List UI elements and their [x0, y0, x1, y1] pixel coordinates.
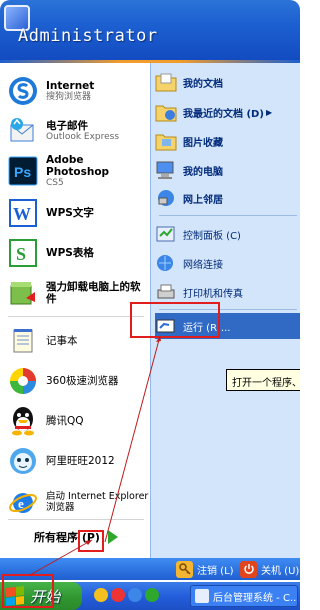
wps-spreadsheet-icon: S	[6, 236, 40, 270]
quick-launch-icon[interactable]	[145, 588, 159, 602]
aliwangwang-icon	[6, 444, 40, 478]
arrow-right-icon	[107, 530, 118, 544]
my-computer-icon	[155, 159, 177, 181]
place-network-connections[interactable]: 网络连接	[155, 250, 300, 276]
place-label: 控制面板 (C)	[183, 230, 241, 242]
chevron-right-icon: ▶	[265, 107, 273, 117]
place-label: 网络连接	[183, 259, 223, 271]
program-item-360-browser[interactable]: 360极速浏览器	[0, 359, 150, 403]
my-pictures-icon	[155, 130, 177, 152]
program-item-notepad[interactable]: 记事本	[0, 319, 150, 363]
place-network-places[interactable]: 网上邻居	[155, 185, 300, 211]
uninstaller-icon	[6, 276, 40, 310]
all-programs-button[interactable]: 所有程序 (P)	[0, 518, 150, 556]
outlook-express-icon	[6, 114, 40, 148]
place-recent-documents[interactable]: 我最近的文档 (D) ▶	[155, 99, 300, 125]
program-title: 强力卸载电脑上的软件	[46, 280, 141, 305]
logoff-label: 注销 (L)	[197, 565, 234, 577]
program-subtitle: Outlook Express	[46, 131, 120, 142]
quick-launch-icon[interactable]	[128, 588, 142, 602]
shutdown-label: 关机 (U)	[261, 565, 300, 577]
svg-text:Ps: Ps	[14, 164, 31, 180]
program-subtitle: CS5	[46, 177, 64, 188]
place-label: 我的文档	[183, 78, 223, 90]
sogou-browser-icon	[6, 74, 40, 108]
place-my-computer[interactable]: 我的电脑	[155, 157, 300, 183]
logoff-button[interactable]: 注销 (L)	[176, 560, 234, 578]
place-my-documents[interactable]: 我的文档	[155, 69, 300, 95]
place-control-panel[interactable]: 控制面板 (C)	[155, 221, 300, 247]
program-item-email[interactable]: 电子邮件 Outlook Express	[0, 109, 150, 153]
user-name: Administrator	[18, 26, 158, 46]
my-documents-icon	[155, 71, 177, 93]
highlight-all-programs-box	[78, 530, 104, 552]
program-title: WPS表格	[46, 246, 94, 259]
notepad-icon	[6, 324, 40, 358]
program-item-wps-writer[interactable]: W WPS文字	[0, 191, 150, 235]
printers-icon	[155, 281, 177, 303]
360-browser-icon	[6, 364, 40, 398]
program-title: 腾讯QQ	[46, 414, 84, 427]
quick-launch-icon[interactable]	[111, 588, 125, 602]
place-label: 我最近的文档 (D)	[183, 108, 264, 120]
network-places-icon	[155, 187, 177, 209]
place-label: 网上邻居	[183, 194, 223, 206]
panel-separator	[8, 316, 144, 317]
program-subtitle: 搜狗浏览器	[46, 91, 92, 102]
program-item-photoshop[interactable]: Ps Adobe Photoshop CS5	[0, 149, 150, 193]
program-title: 电子邮件	[46, 119, 88, 132]
network-connections-icon	[155, 252, 177, 274]
power-icon	[240, 560, 257, 578]
program-title: 阿里旺旺2012	[46, 454, 115, 467]
pinned-programs-panel: Internet 搜狗浏览器 电子邮件 Outlook Express Ps Ado…	[0, 63, 150, 558]
start-menu-screen: Administrator Internet 搜狗浏览器 电子邮件 Outlook …	[0, 0, 300, 610]
highlight-run-box	[130, 302, 220, 338]
program-item-qq[interactable]: 腾讯QQ	[0, 399, 150, 443]
program-title: Adobe Photoshop	[46, 153, 110, 178]
svg-text:e: e	[18, 496, 24, 511]
internet-explorer-icon: e	[6, 486, 40, 520]
quick-launch-icon[interactable]	[94, 588, 108, 602]
program-title: 启动 Internet Explorer 浏览器	[46, 491, 149, 513]
shutdown-button[interactable]: 关机 (U)	[240, 560, 299, 578]
qq-icon	[6, 404, 40, 438]
program-item-aliwangwang[interactable]: 阿里旺旺2012	[0, 439, 150, 483]
place-label: 图片收藏	[183, 137, 223, 149]
recent-documents-icon	[155, 101, 177, 123]
place-my-pictures[interactable]: 图片收藏	[155, 128, 300, 154]
control-panel-icon	[155, 223, 177, 245]
key-icon	[176, 560, 193, 578]
panel-separator	[159, 215, 297, 216]
quick-launch	[94, 588, 159, 602]
start-menu-header: Administrator	[0, 0, 300, 63]
window-icon	[195, 589, 209, 603]
program-item-uninstaller[interactable]: 强力卸载电脑上的软件	[0, 271, 150, 315]
photoshop-icon: Ps	[6, 154, 40, 188]
svg-text:W: W	[13, 204, 31, 224]
program-title: Internet	[46, 79, 95, 92]
taskbar-window-button[interactable]: 后台管理系统 - C...	[190, 585, 298, 607]
place-label: 打印机和传真	[183, 288, 243, 300]
svg-text:S: S	[16, 244, 26, 264]
taskbar-window-label: 后台管理系统 - C...	[213, 592, 298, 604]
highlight-start-box	[2, 574, 54, 608]
run-tooltip: 打开一个程序、文	[226, 369, 300, 391]
program-title: 360极速浏览器	[46, 374, 119, 387]
program-title: 记事本	[46, 334, 78, 347]
place-label: 我的电脑	[183, 166, 223, 178]
program-item-sogou[interactable]: Internet 搜狗浏览器	[0, 69, 150, 113]
program-item-wps-spreadsheet[interactable]: S WPS表格	[0, 231, 150, 275]
wps-writer-icon: W	[6, 196, 40, 230]
program-title: WPS文字	[46, 206, 94, 219]
